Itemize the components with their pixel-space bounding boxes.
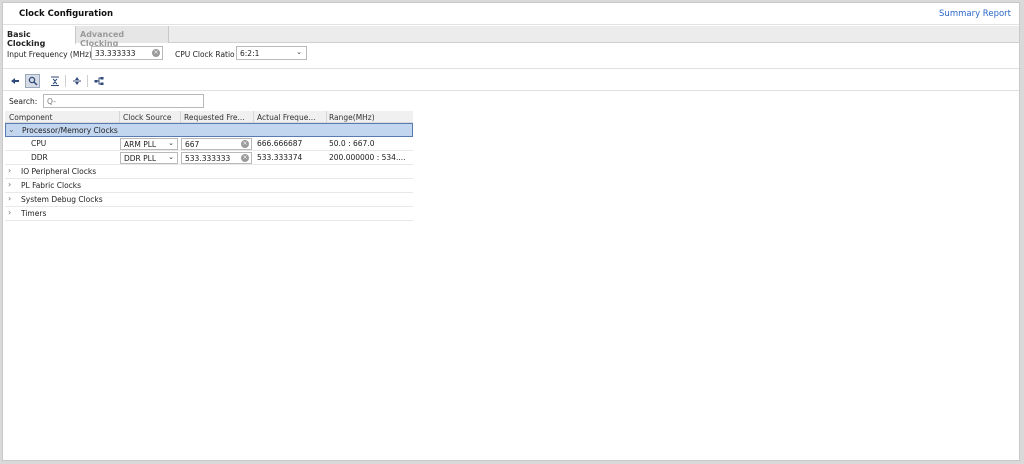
chevron-down-icon[interactable]: ⌄	[8, 125, 15, 134]
search-placeholder: Q-	[47, 97, 56, 106]
clear-icon[interactable]: ×	[241, 140, 249, 148]
group-row-processor-memory[interactable]: ⌄ Processor/Memory Clocks	[5, 123, 413, 137]
clear-icon[interactable]: ×	[241, 154, 249, 162]
range-value: 50.0 : 667.0	[329, 139, 375, 148]
search-input[interactable]: Q-	[43, 94, 204, 108]
clock-source-select[interactable]: ARM PLL ⌄	[120, 138, 178, 150]
arrow-left-icon[interactable]	[7, 74, 22, 88]
clock-configuration-panel: Clock Configuration Summary Report Basic…	[2, 2, 1020, 461]
hierarchy-icon[interactable]	[91, 74, 106, 88]
input-frequency-field[interactable]: 33.333333 ×	[91, 46, 163, 60]
toolbar-divider	[65, 75, 66, 87]
chevron-right-icon[interactable]: ›	[8, 166, 11, 175]
chevron-right-icon[interactable]: ›	[8, 180, 11, 189]
input-settings-row: Input Frequency (MHz) 33.333333 × CPU Cl…	[3, 43, 1019, 69]
component-name: CPU	[31, 139, 47, 148]
clock-source-value: DDR PLL	[124, 154, 157, 163]
column-header-actual-frequency[interactable]: Actual Freque...	[257, 113, 325, 122]
table-row-ddr[interactable]: DDR DDR PLL ⌄ 533.333333 × 533.333374 20…	[5, 151, 413, 165]
column-header-clock-source[interactable]: Clock Source	[123, 113, 179, 122]
group-label: PL Fabric Clocks	[21, 181, 82, 190]
collapse-all-icon[interactable]	[47, 74, 62, 88]
toolbar-divider	[87, 75, 88, 87]
column-header-component[interactable]: Component	[9, 113, 117, 122]
search-row: Search: Q-	[3, 92, 1019, 110]
search-icon[interactable]	[25, 74, 40, 88]
column-header-range[interactable]: Range(MHz)	[329, 113, 409, 122]
actual-frequency: 666.666687	[257, 139, 303, 148]
clock-source-select[interactable]: DDR PLL ⌄	[120, 152, 178, 164]
group-label: IO Peripheral Clocks	[21, 167, 97, 176]
cpu-clock-ratio-value: 6:2:1	[240, 49, 260, 58]
requested-frequency-value: 667	[185, 140, 200, 149]
clock-table: Component Clock Source Requested Fre... …	[5, 111, 413, 221]
actual-frequency: 533.333374	[257, 153, 303, 162]
group-label: System Debug Clocks	[21, 195, 103, 204]
column-divider	[119, 111, 120, 123]
clear-icon[interactable]: ×	[152, 49, 160, 57]
group-row-io-peripheral[interactable]: › IO Peripheral Clocks	[5, 165, 413, 179]
search-label: Search:	[9, 97, 38, 106]
requested-frequency-field[interactable]: 667 ×	[181, 138, 252, 150]
input-frequency-value: 33.333333	[95, 49, 136, 58]
cpu-clock-ratio-label: CPU Clock Ratio	[175, 50, 235, 59]
chevron-down-icon: ⌄	[296, 48, 302, 56]
column-header-requested-frequency[interactable]: Requested Fre...	[184, 113, 252, 122]
group-label: Timers	[21, 209, 47, 218]
table-header: Component Clock Source Requested Fre... …	[5, 111, 413, 123]
chevron-right-icon[interactable]: ›	[8, 208, 11, 217]
group-row-timers[interactable]: › Timers	[5, 207, 413, 221]
cpu-clock-ratio-select[interactable]: 6:2:1 ⌄	[236, 46, 307, 60]
requested-frequency-field[interactable]: 533.333333 ×	[181, 152, 252, 164]
requested-frequency-value: 533.333333	[185, 154, 231, 163]
tab-advanced-clocking[interactable]: Advanced Clocking	[76, 26, 169, 48]
page-title: Clock Configuration	[19, 9, 114, 19]
summary-report-link[interactable]: Summary Report	[939, 9, 1011, 19]
column-divider	[326, 111, 327, 123]
expand-all-icon[interactable]	[69, 74, 84, 88]
tab-basic-clocking[interactable]: Basic Clocking	[3, 26, 76, 48]
clock-source-value: ARM PLL	[124, 140, 157, 149]
range-value: 200.000000 : 534....	[329, 153, 406, 162]
group-label: Processor/Memory Clocks	[22, 126, 118, 135]
table-row-cpu[interactable]: CPU ARM PLL ⌄ 667 × 666.666687 50.0 : 66…	[5, 137, 413, 151]
component-name: DDR	[31, 153, 48, 162]
toolbar	[3, 71, 1019, 91]
group-row-pl-fabric[interactable]: › PL Fabric Clocks	[5, 179, 413, 193]
tab-bar: Basic Clocking Advanced Clocking	[3, 26, 1019, 48]
column-divider	[180, 111, 181, 123]
input-frequency-label: Input Frequency (MHz)	[7, 50, 92, 59]
chevron-down-icon: ⌄	[168, 139, 174, 147]
chevron-right-icon[interactable]: ›	[8, 194, 11, 203]
chevron-down-icon: ⌄	[168, 153, 174, 161]
group-row-system-debug[interactable]: › System Debug Clocks	[5, 193, 413, 207]
column-divider	[253, 111, 254, 123]
title-bar: Clock Configuration Summary Report	[3, 3, 1019, 25]
